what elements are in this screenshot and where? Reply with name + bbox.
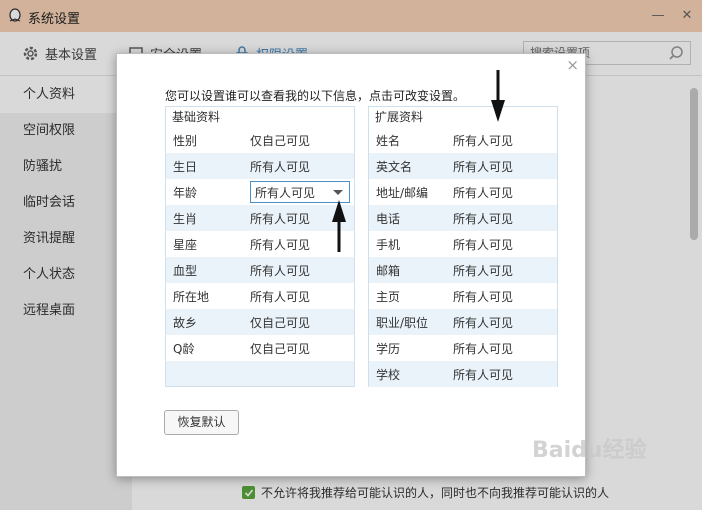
row-value[interactable]: 所有人可见 bbox=[453, 210, 557, 227]
row-label: 手机 bbox=[376, 237, 401, 252]
row-value[interactable]: 所有人可见 bbox=[453, 132, 557, 149]
dialog-close-button[interactable]: × bbox=[566, 56, 579, 74]
row-value[interactable]: 所有人可见 bbox=[453, 340, 557, 357]
ext-row-homepage[interactable]: 主页 所有人可见 bbox=[369, 283, 557, 309]
row-label: 姓名 bbox=[376, 133, 401, 148]
dropdown-arrow-icon[interactable] bbox=[333, 190, 343, 195]
row-label: 学校 bbox=[376, 367, 401, 382]
row-label: 血型 bbox=[173, 263, 198, 278]
restore-default-button[interactable]: 恢复默认 bbox=[164, 410, 239, 435]
basic-row-location[interactable]: 所在地 所有人可见 bbox=[166, 283, 354, 309]
ext-row-email[interactable]: 邮箱 所有人可见 bbox=[369, 257, 557, 283]
row-value[interactable]: 所有人可见 bbox=[250, 262, 354, 279]
privacy-dialog: × 您可以设置谁可以查看我的以下信息，点击可改变设置。 基础资料 性别 仅自己可见… bbox=[116, 53, 586, 477]
row-label: 学历 bbox=[376, 341, 401, 356]
row-label: 英文名 bbox=[376, 159, 413, 174]
annotation-arrow-up-icon bbox=[332, 200, 346, 252]
row-label: 生日 bbox=[173, 159, 198, 174]
ext-row-english-name[interactable]: 英文名 所有人可见 bbox=[369, 153, 557, 179]
row-value[interactable]: 所有人可见 bbox=[453, 288, 557, 305]
basic-info-header: 基础资料 bbox=[166, 107, 354, 127]
row-value[interactable]: 所有人可见 bbox=[453, 262, 557, 279]
ext-row-mobile[interactable]: 手机 所有人可见 bbox=[369, 231, 557, 257]
row-label: 故乡 bbox=[173, 315, 198, 330]
row-value[interactable]: 仅自己可见 bbox=[250, 132, 354, 149]
basic-row-zodiac[interactable]: 生肖 所有人可见 bbox=[166, 205, 354, 231]
row-value[interactable]: 所有人可见 bbox=[453, 314, 557, 331]
row-label: 电话 bbox=[376, 211, 401, 226]
row-label: 邮箱 bbox=[376, 263, 401, 278]
ext-row-address[interactable]: 地址/邮编 所有人可见 bbox=[369, 179, 557, 205]
row-label: 主页 bbox=[376, 289, 401, 304]
basic-row-age[interactable]: 年龄 所有人可见 bbox=[166, 179, 354, 205]
row-value[interactable]: 仅自己可见 bbox=[250, 340, 354, 357]
row-value[interactable]: 所有人可见 bbox=[250, 288, 354, 305]
row-label: Q龄 bbox=[173, 341, 195, 356]
row-value[interactable]: 所有人可见 bbox=[453, 236, 557, 253]
basic-row-gender[interactable]: 性别 仅自己可见 bbox=[166, 127, 354, 153]
annotation-arrow-down-icon bbox=[491, 70, 505, 122]
row-label: 所在地 bbox=[173, 289, 210, 304]
row-label: 星座 bbox=[173, 237, 198, 252]
row-value[interactable]: 所有人可见 bbox=[453, 158, 557, 175]
row-value[interactable]: 所有人可见 bbox=[453, 366, 557, 383]
extended-info-panel: 扩展资料 姓名 所有人可见 英文名 所有人可见 地址/邮编 所有人可见 电话 所有人可见… bbox=[368, 106, 558, 387]
ext-row-name[interactable]: 姓名 所有人可见 bbox=[369, 127, 557, 153]
watermark: Baidu经验 bbox=[532, 438, 647, 463]
basic-row-constellation[interactable]: 星座 所有人可见 bbox=[166, 231, 354, 257]
row-label: 生肖 bbox=[173, 211, 198, 226]
row-value[interactable]: 仅自己可见 bbox=[250, 314, 354, 331]
dialog-intro: 您可以设置谁可以查看我的以下信息，点击可改变设置。 bbox=[165, 89, 466, 103]
basic-row-q-age[interactable]: Q龄 仅自己可见 bbox=[166, 335, 354, 361]
ext-row-education[interactable]: 学历 所有人可见 bbox=[369, 335, 557, 361]
ext-row-phone[interactable]: 电话 所有人可见 bbox=[369, 205, 557, 231]
row-label: 年龄 bbox=[173, 185, 198, 200]
row-label: 地址/邮编 bbox=[376, 185, 429, 200]
extended-info-header: 扩展资料 bbox=[369, 107, 557, 127]
basic-row-hometown[interactable]: 故乡 仅自己可见 bbox=[166, 309, 354, 335]
ext-row-school[interactable]: 学校 所有人可见 bbox=[369, 361, 557, 387]
ext-row-occupation[interactable]: 职业/职位 所有人可见 bbox=[369, 309, 557, 335]
row-label: 职业/职位 bbox=[376, 315, 429, 330]
dropdown-value: 所有人可见 bbox=[255, 185, 316, 200]
row-value[interactable]: 所有人可见 bbox=[250, 158, 354, 175]
basic-row-birthday[interactable]: 生日 所有人可见 bbox=[166, 153, 354, 179]
basic-info-panel: 基础资料 性别 仅自己可见 生日 所有人可见 年龄 所有人可见 生肖 所有人可见 星座… bbox=[165, 106, 355, 387]
row-value[interactable]: 所有人可见 bbox=[453, 184, 557, 201]
basic-row-blood-type[interactable]: 血型 所有人可见 bbox=[166, 257, 354, 283]
row-label: 性别 bbox=[173, 133, 198, 148]
